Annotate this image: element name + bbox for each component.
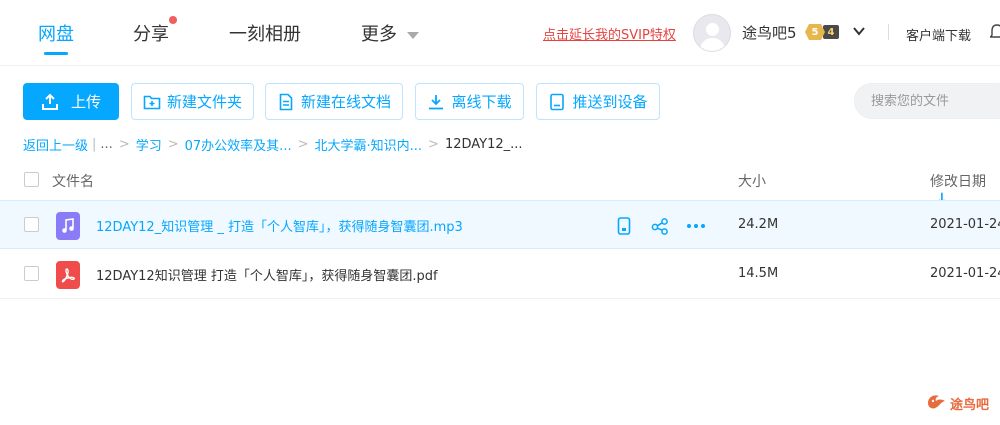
watermark-text: 途鸟吧 [950,397,990,413]
file-name[interactable]: 12DAY12知识管理 打造「个人智库」，获得随身智囊团.pdf [96,265,438,284]
music-note-icon [62,218,74,233]
tab-share[interactable]: 分享 [133,16,177,46]
column-date-label: 修改日期 [930,174,986,190]
breadcrumb-pipe: | [92,137,97,152]
column-size-header[interactable]: 大小 [738,171,766,191]
document-icon [279,93,293,110]
folder-add-icon [143,95,161,109]
chevron-right-icon: > [297,137,309,152]
table-row[interactable]: 12DAY12知识管理 打造「个人智库」，获得随身智囊团.pdf 14.5M 2… [0,250,1000,299]
row-checkbox[interactable] [24,217,39,232]
tab-share-label: 分享 [133,24,169,45]
tab-album-label: 一刻相册 [229,24,301,45]
download-icon [429,94,444,109]
watermark: 途鸟吧 [926,393,989,413]
share-icon[interactable] [650,216,670,236]
vip-badge: 5 4 [805,24,839,40]
breadcrumb-item[interactable]: 北大学霸·知识内... [315,135,423,154]
file-size: 24.2M [738,217,779,232]
caret-down-icon [407,31,419,39]
row-checkbox[interactable] [24,266,39,281]
push-device-icon[interactable] [614,216,634,236]
new-folder-button[interactable]: 新建文件夹 [131,83,254,120]
pdf-file-icon [56,261,80,289]
upload-button[interactable]: 上传 [23,83,119,120]
nav-divider [888,24,889,40]
upload-label: 上传 [70,93,101,111]
file-name[interactable]: 12DAY12_知识管理 _ 打造「个人智库」，获得随身智囊团.mp3 [96,216,463,235]
bell-icon[interactable] [990,24,1000,40]
svip-extend-link[interactable]: 点击延长我的SVIP特权 [543,24,676,43]
vip-sublevel: 4 [823,25,839,39]
tab-netdisk-label: 网盘 [38,24,74,45]
upload-icon [41,93,58,110]
new-folder-label: 新建文件夹 [166,93,242,111]
breadcrumb: 返回上一级 | ... > 学习 > 07办公效率及其... > 北大学霸·知识… [23,135,523,154]
file-size: 14.5M [738,266,779,281]
tab-more-label: 更多 [361,24,397,45]
avatar-body-shape [700,38,725,51]
file-date: 2021-01-24 [930,266,1000,281]
pdf-glyph-icon [61,268,75,283]
offline-download-label: 离线下载 [451,93,512,111]
top-navigation: 网盘 分享 一刻相册 更多 点击延长我的SVIP特权 途鸟吧5 5 4 客户端下… [0,0,1000,66]
offline-download-button[interactable]: 离线下载 [415,83,524,120]
chevron-down-icon[interactable] [852,24,866,38]
breadcrumb-item[interactable]: 07办公效率及其... [185,135,292,154]
search-input[interactable] [854,83,1000,119]
file-date: 2021-01-24 [930,217,1000,232]
device-icon [550,93,565,110]
client-download-link[interactable]: 客户端下载 [906,25,971,44]
breadcrumb-current: 12DAY12_... [444,137,523,152]
new-online-doc-button[interactable]: 新建在线文档 [265,83,403,120]
table-row[interactable]: 12DAY12_知识管理 _ 打造「个人智库」，获得随身智囊团.mp3 24.2… [0,200,1000,249]
chevron-right-icon: > [428,137,439,152]
tab-netdisk[interactable]: 网盘 [38,20,74,55]
vip-level: 5 [805,24,825,40]
breadcrumb-ellipsis[interactable]: ... [100,137,112,152]
notification-dot [169,16,177,24]
avatar[interactable] [693,14,731,52]
new-online-doc-label: 新建在线文档 [300,93,391,111]
push-to-device-label: 推送到设备 [572,93,648,111]
breadcrumb-item[interactable]: 学习 [136,135,162,154]
avatar-head-shape [706,23,719,36]
tab-more[interactable]: 更多 [361,20,419,46]
username[interactable]: 途鸟吧5 [742,22,797,43]
tab-album[interactable]: 一刻相册 [229,20,301,46]
chevron-right-icon: > [167,137,179,152]
push-to-device-button[interactable]: 推送到设备 [536,83,660,120]
back-link[interactable]: 返回上一级 [23,135,88,154]
column-name-header[interactable]: 文件名 [52,171,94,191]
row-actions [614,216,722,236]
chevron-right-icon: > [118,137,130,152]
file-table-header: 文件名 大小 修改日期↓ [0,163,1000,207]
music-file-icon [56,212,80,240]
bird-logo-icon [928,395,945,409]
more-icon[interactable] [686,216,706,236]
